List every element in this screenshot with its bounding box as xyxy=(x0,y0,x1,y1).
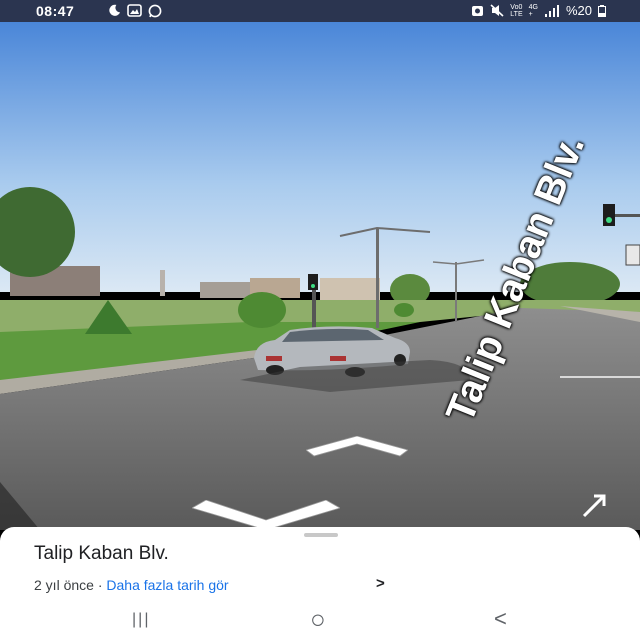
battery-percent: %20 xyxy=(565,3,592,18)
battery-icon xyxy=(598,4,606,17)
compass-icon[interactable] xyxy=(580,492,608,520)
status-bar: 08:47 Vo0 LTE 4G + %20 xyxy=(0,0,640,22)
network-plus-label: + xyxy=(528,10,533,18)
clock: 08:47 xyxy=(36,3,75,19)
volte-label: Vo0 xyxy=(510,3,523,11)
network-type-label: 4G xyxy=(528,3,538,11)
more-history-link[interactable]: Daha fazla tarih gör xyxy=(106,577,228,593)
imagery-date: 2 yıl önce xyxy=(34,577,94,593)
lte-label: LTE xyxy=(510,10,523,18)
imagery-date-row: 2 yıl önce · Daha fazla tarih gör xyxy=(34,577,229,593)
street-view-panorama[interactable]: Talip Kaban Blv. xyxy=(0,22,640,530)
image-icon xyxy=(127,4,142,17)
home-button[interactable]: ○ xyxy=(310,604,326,635)
separator-dot: · xyxy=(97,577,103,593)
alarm-icon xyxy=(472,6,484,16)
back-button[interactable]: < xyxy=(494,606,507,632)
moon-icon xyxy=(109,4,121,16)
forward-arrow-icon[interactable] xyxy=(306,436,408,458)
drag-handle[interactable] xyxy=(304,533,338,537)
mute-icon xyxy=(490,4,504,17)
chevron-right-icon[interactable]: > xyxy=(376,575,385,592)
signal-icon xyxy=(544,4,559,17)
backward-arrow-icon[interactable] xyxy=(192,500,340,530)
whatsapp-icon xyxy=(148,4,162,18)
place-title: Talip Kaban Blv. xyxy=(34,543,169,564)
system-nav-bar: ||| ○ < xyxy=(0,602,640,640)
recents-button[interactable]: ||| xyxy=(132,611,150,629)
